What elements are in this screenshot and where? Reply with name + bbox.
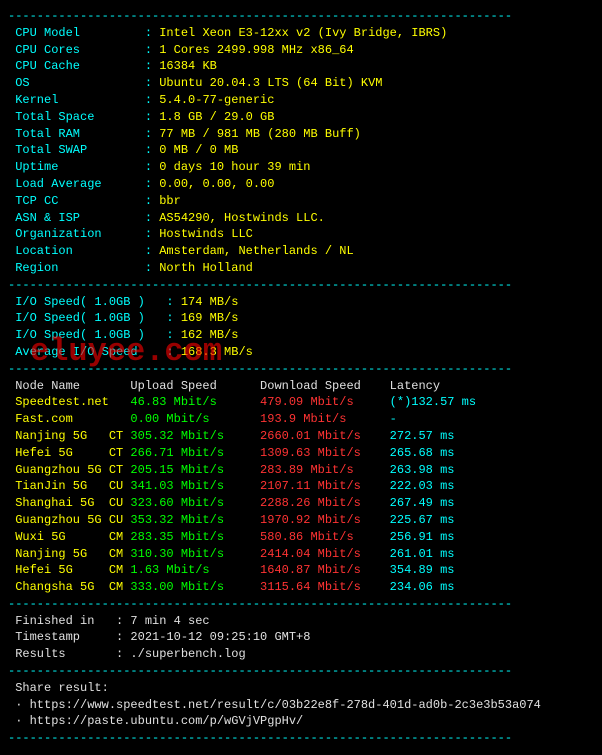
sys-row: ASN & ISP : AS54290, Hostwinds LLC. bbox=[8, 210, 594, 227]
speedtest-row: Guangzhou 5G CU 353.32 Mbit/s 1970.92 Mb… bbox=[8, 512, 594, 529]
divider: ----------------------------------------… bbox=[8, 596, 594, 613]
sys-row: Kernel : 5.4.0-77-generic bbox=[8, 92, 594, 109]
io-row: I/O Speed( 1.0GB ) : 174 MB/s bbox=[8, 294, 594, 311]
sys-row: Uptime : 0 days 10 hour 39 min bbox=[8, 159, 594, 176]
footer-row: Results : ./superbench.log bbox=[8, 646, 594, 663]
io-row: I/O Speed( 1.0GB ) : 162 MB/s bbox=[8, 327, 594, 344]
sys-row: CPU Cores : 1 Cores 2499.998 MHz x86_64 bbox=[8, 42, 594, 59]
io-row: Average I/O Speed : 168.3 MB/s bbox=[8, 344, 594, 361]
speedtest-row: Speedtest.net 46.83 Mbit/s 479.09 Mbit/s… bbox=[8, 394, 594, 411]
io-speed-block: I/O Speed( 1.0GB ) : 174 MB/s I/O Speed(… bbox=[8, 294, 594, 361]
divider: ----------------------------------------… bbox=[8, 361, 594, 378]
speedtest-row: Wuxi 5G CM 283.35 Mbit/s 580.86 Mbit/s 2… bbox=[8, 529, 594, 546]
footer-row: Finished in : 7 min 4 sec bbox=[8, 613, 594, 630]
system-info-block: CPU Model : Intel Xeon E3-12xx v2 (Ivy B… bbox=[8, 25, 594, 277]
sys-row: Total Space : 1.8 GB / 29.0 GB bbox=[8, 109, 594, 126]
divider: ----------------------------------------… bbox=[8, 663, 594, 680]
speedtest-row: TianJin 5G CU 341.03 Mbit/s 2107.11 Mbit… bbox=[8, 478, 594, 495]
speedtest-row: Hefei 5G CT 266.71 Mbit/s 1309.63 Mbit/s… bbox=[8, 445, 594, 462]
footer-block: Finished in : 7 min 4 sec Timestamp : 20… bbox=[8, 613, 594, 663]
sys-row: TCP CC : bbr bbox=[8, 193, 594, 210]
sys-row: Total SWAP : 0 MB / 0 MB bbox=[8, 142, 594, 159]
sys-row: Location : Amsterdam, Netherlands / NL bbox=[8, 243, 594, 260]
sys-row: OS : Ubuntu 20.04.3 LTS (64 Bit) KVM bbox=[8, 75, 594, 92]
speedtest-row: Nanjing 5G CM 310.30 Mbit/s 2414.04 Mbit… bbox=[8, 546, 594, 563]
share-link[interactable]: · https://paste.ubuntu.com/p/wGVjVPgpHv/ bbox=[8, 713, 594, 730]
speedtest-row: Changsha 5G CM 333.00 Mbit/s 3115.64 Mbi… bbox=[8, 579, 594, 596]
share-block: Share result: · https://www.speedtest.ne… bbox=[8, 680, 594, 730]
io-row: I/O Speed( 1.0GB ) : 169 MB/s bbox=[8, 310, 594, 327]
share-heading: Share result: bbox=[8, 680, 594, 697]
speedtest-header: Node Name Upload Speed Download Speed La… bbox=[8, 378, 594, 395]
speedtest-row: Fast.com 0.00 Mbit/s 193.9 Mbit/s - bbox=[8, 411, 594, 428]
sys-row: Organization : Hostwinds LLC bbox=[8, 226, 594, 243]
speedtest-row: Guangzhou 5G CT 205.15 Mbit/s 283.89 Mbi… bbox=[8, 462, 594, 479]
speedtest-row: Shanghai 5G CU 323.60 Mbit/s 2288.26 Mbi… bbox=[8, 495, 594, 512]
sys-row: CPU Model : Intel Xeon E3-12xx v2 (Ivy B… bbox=[8, 25, 594, 42]
sys-row: Region : North Holland bbox=[8, 260, 594, 277]
divider: ----------------------------------------… bbox=[8, 8, 594, 25]
footer-row: Timestamp : 2021-10-12 09:25:10 GMT+8 bbox=[8, 629, 594, 646]
divider: ----------------------------------------… bbox=[8, 277, 594, 294]
sys-row: CPU Cache : 16384 KB bbox=[8, 58, 594, 75]
divider: ----------------------------------------… bbox=[8, 730, 594, 747]
speedtest-block: Speedtest.net 46.83 Mbit/s 479.09 Mbit/s… bbox=[8, 394, 594, 596]
speedtest-row: Nanjing 5G CT 305.32 Mbit/s 2660.01 Mbit… bbox=[8, 428, 594, 445]
speedtest-row: Hefei 5G CM 1.63 Mbit/s 1640.87 Mbit/s 3… bbox=[8, 562, 594, 579]
share-link[interactable]: · https://www.speedtest.net/result/c/03b… bbox=[8, 697, 594, 714]
sys-row: Load Average : 0.00, 0.00, 0.00 bbox=[8, 176, 594, 193]
sys-row: Total RAM : 77 MB / 981 MB (280 MB Buff) bbox=[8, 126, 594, 143]
